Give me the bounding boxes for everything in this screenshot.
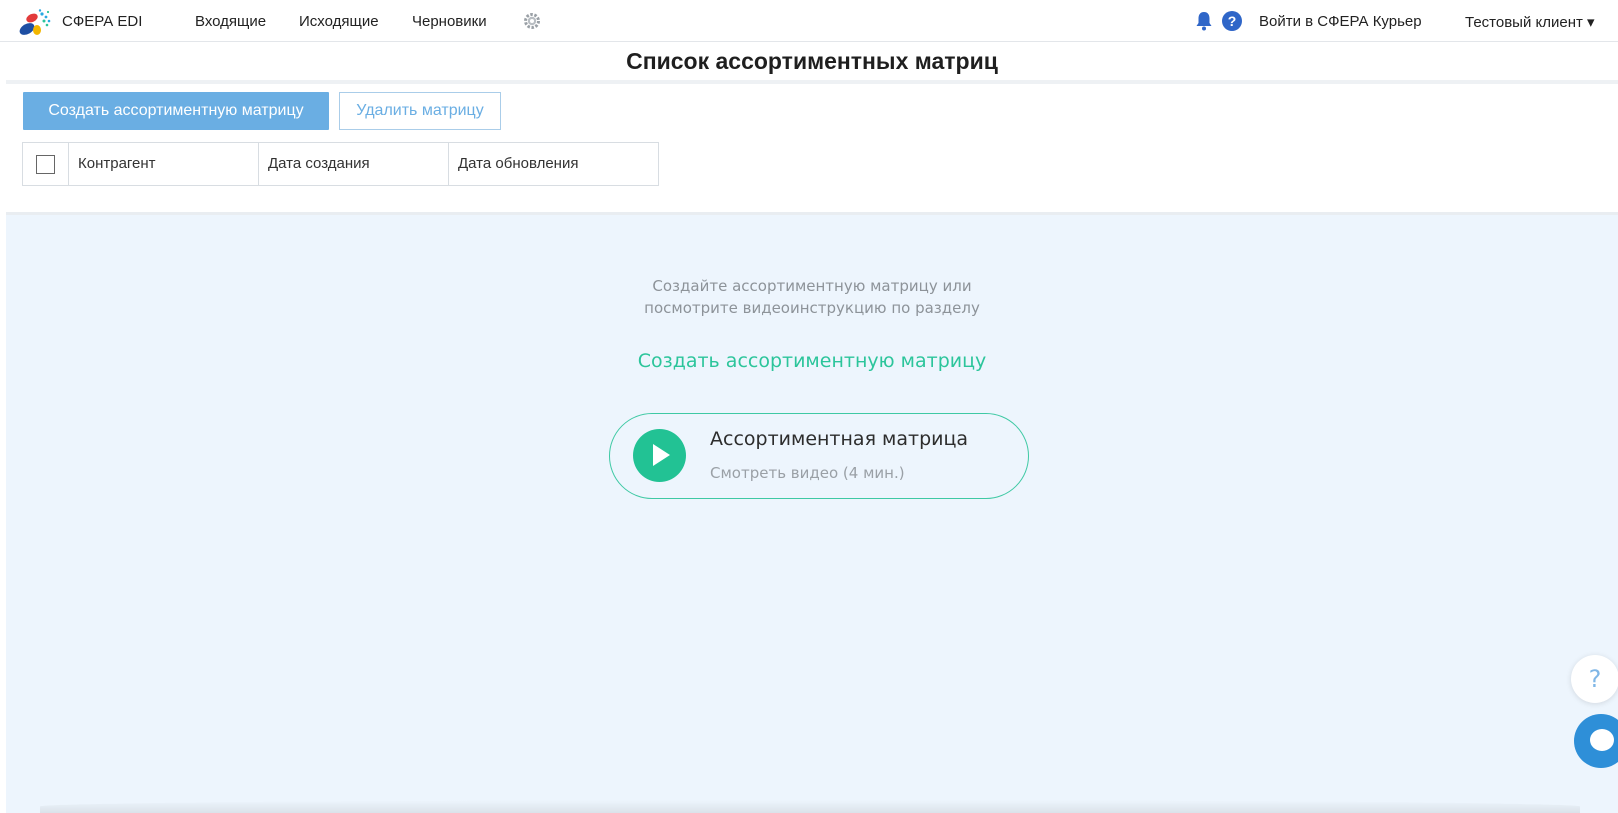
chat-icon [1590,729,1614,751]
top-navigation: СФЕРА EDI Входящие Исходящие Черновики ?… [0,0,1618,42]
video-instruction-card[interactable]: Ассортиментная матрица Смотреть видео (4… [609,413,1029,499]
delete-matrix-button[interactable]: Удалить матрицу [339,92,501,130]
nav-outgoing[interactable]: Исходящие [299,13,379,30]
page-title: Список ассортиментных матриц [626,48,998,74]
brand-name[interactable]: СФЕРА EDI [62,13,142,30]
bell-icon[interactable] [1195,11,1213,31]
video-subtitle: Смотреть видео (4 мин.) [710,464,905,482]
create-matrix-button[interactable]: Создать ассортиментную матрицу [23,92,329,130]
empty-state-text: Создайте ассортиментную матрицу или посм… [6,275,1618,319]
client-menu[interactable]: Тестовый клиент ▾ [1465,13,1595,31]
create-matrix-link[interactable]: Создать ассортиментную матрицу [6,350,1618,372]
bottom-shadow [40,800,1580,813]
sfera-logo-icon[interactable] [18,8,54,36]
play-triangle [653,444,670,466]
matrix-table-header: Контрагент Дата создания Дата обновления [22,142,659,186]
empty-state-line-1: Создайте ассортиментную матрицу или [652,277,972,295]
video-title: Ассортиментная матрица [710,428,969,450]
floating-help-button[interactable]: ? [1571,655,1618,703]
play-icon[interactable] [633,429,686,482]
nav-drafts[interactable]: Черновики [412,13,487,30]
empty-state: Создайте ассортиментную матрицу или посм… [6,215,1618,813]
select-all-checkbox[interactable] [36,155,55,174]
gear-icon[interactable] [523,12,541,30]
help-icon[interactable]: ? [1222,11,1242,31]
column-header-counterparty[interactable]: Контрагент [69,143,259,185]
empty-state-line-2: посмотрите видеоинструкцию по разделу [644,299,980,317]
title-bar: Список ассортиментных матриц [6,42,1618,84]
column-header-updated[interactable]: Дата обновления [449,143,658,185]
column-header-created[interactable]: Дата создания [259,143,449,185]
nav-incoming[interactable]: Входящие [195,13,266,30]
courier-login-link[interactable]: Войти в СФЕРА Курьер [1259,13,1422,30]
select-all-cell [23,143,69,185]
